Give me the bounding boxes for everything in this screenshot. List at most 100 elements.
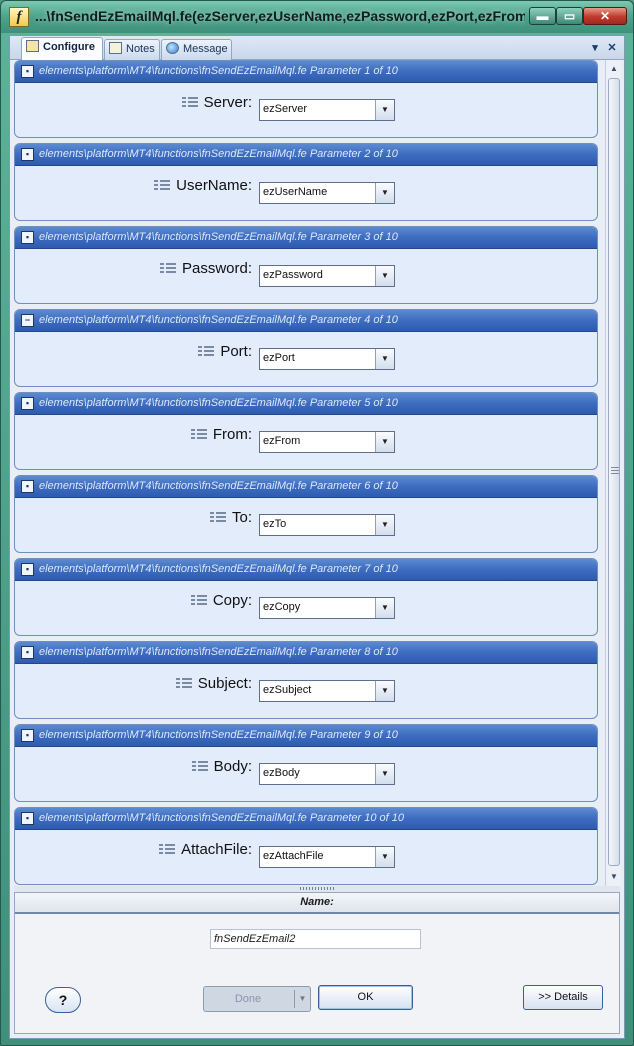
tab-notes-label: Notes: [126, 43, 155, 55]
tab-close-icon[interactable]: ✕: [605, 41, 619, 55]
name-panel: Name: fnSendEzEmail2 ? Done ▼ OK >> Deta…: [14, 892, 620, 1034]
parameter-header[interactable]: ▪ elements\platform\MT4\functions\fnSendE…: [15, 227, 597, 249]
collapse-icon[interactable]: ▪: [21, 480, 34, 493]
chevron-down-icon[interactable]: ▼: [375, 266, 394, 286]
parameter-value[interactable]: ezUserName: [263, 186, 373, 200]
parameter-header[interactable]: ▪ elements\platform\MT4\functions\fnSendE…: [15, 144, 597, 166]
parameter-label-row: To:: [15, 509, 252, 529]
parameter-combo[interactable]: ezTo ▼: [259, 514, 395, 536]
parameter-combo[interactable]: ezServer ▼: [259, 99, 395, 121]
parameter-combo[interactable]: ezAttachFile ▼: [259, 846, 395, 868]
parameter-label-row: UserName:: [15, 177, 252, 197]
parameter-panel: ▪ elements\platform\MT4\functions\fnSendE…: [14, 60, 598, 138]
name-header: Name:: [15, 893, 619, 914]
close-button[interactable]: ✕: [583, 7, 627, 25]
parameter-label-row: Body:: [15, 758, 252, 778]
scroll-thumb[interactable]: [608, 78, 620, 866]
parameter-value[interactable]: ezPassword: [263, 269, 373, 283]
parameter-path: elements\platform\MT4\functions\fnSendEz…: [39, 563, 398, 575]
maximize-button[interactable]: ▭: [556, 7, 583, 25]
parameter-path: elements\platform\MT4\functions\fnSendEz…: [39, 231, 398, 243]
collapse-icon[interactable]: ▪: [21, 65, 34, 78]
tab-notes[interactable]: Notes: [104, 39, 160, 60]
tab-configure[interactable]: Configure: [21, 37, 103, 61]
collapse-icon[interactable]: ▪: [21, 397, 34, 410]
list-icon: [175, 677, 192, 689]
list-icon: [159, 843, 176, 855]
parameter-combo[interactable]: ezPort ▼: [259, 348, 395, 370]
parameter-header[interactable]: ▪ elements\platform\MT4\functions\fnSendE…: [15, 61, 597, 83]
parameter-combo[interactable]: ezBody ▼: [259, 763, 395, 785]
tab-message-label: Message: [183, 43, 228, 55]
list-icon: [190, 594, 207, 606]
ok-button[interactable]: OK: [318, 985, 413, 1010]
parameter-path: elements\platform\MT4\functions\fnSendEz…: [39, 812, 405, 824]
parameter-combo[interactable]: ezFrom ▼: [259, 431, 395, 453]
parameter-path: elements\platform\MT4\functions\fnSendEz…: [39, 314, 398, 326]
parameter-label-row: Subject:: [15, 675, 252, 695]
parameter-value[interactable]: ezPort: [263, 352, 373, 366]
parameter-panel: ▪ elements\platform\MT4\functions\fnSendE…: [14, 558, 598, 636]
parameter-value[interactable]: ezFrom: [263, 435, 373, 449]
parameter-header[interactable]: ▪ elements\platform\MT4\functions\fnSendE…: [15, 559, 597, 581]
collapse-icon[interactable]: ▪: [21, 646, 34, 659]
chevron-down-icon[interactable]: ▼: [375, 183, 394, 203]
chevron-down-icon[interactable]: ▼: [375, 764, 394, 784]
parameter-panel: ▪ elements\platform\MT4\functions\fnSendE…: [14, 143, 598, 221]
chevron-down-icon[interactable]: ▼: [375, 681, 394, 701]
parameter-label-row: From:: [15, 426, 252, 446]
chevron-down-icon[interactable]: ▼: [375, 349, 394, 369]
dialog-window: f ...\fnSendEzEmailMql.fe(ezServer,ezUse…: [0, 0, 634, 1046]
parameter-label-row: Password:: [15, 260, 252, 280]
parameter-panel: ▪ elements\platform\MT4\functions\fnSendE…: [14, 724, 598, 802]
details-button[interactable]: >> Details: [523, 985, 603, 1010]
scroll-up-icon[interactable]: ▲: [607, 62, 621, 76]
parameter-value[interactable]: ezAttachFile: [263, 850, 373, 864]
parameter-label: Password:: [181, 260, 252, 277]
parameter-label-row: Server:: [15, 94, 252, 114]
scroll-down-icon[interactable]: ▼: [607, 870, 621, 884]
collapse-icon[interactable]: ▪: [21, 231, 34, 244]
done-button-label: Done: [234, 993, 262, 1005]
parameter-label: UserName:: [176, 177, 252, 194]
parameter-header[interactable]: ▪ elements\platform\MT4\functions\fnSendE…: [15, 808, 597, 830]
name-input[interactable]: fnSendEzEmail2: [210, 929, 421, 949]
parameter-label-row: Copy:: [15, 592, 252, 612]
parameter-panel: ▪ elements\platform\MT4\functions\fnSendE…: [14, 226, 598, 304]
parameter-header[interactable]: ▪ elements\platform\MT4\functions\fnSendE…: [15, 476, 597, 498]
chevron-down-icon[interactable]: ▼: [375, 100, 394, 120]
parameter-combo[interactable]: ezUserName ▼: [259, 182, 395, 204]
parameter-header[interactable]: ▪ elements\platform\MT4\functions\fnSendE…: [15, 725, 597, 747]
parameter-panel: ▪ elements\platform\MT4\functions\fnSendE…: [14, 807, 598, 885]
minimize-button[interactable]: ▬: [529, 7, 556, 25]
parameter-header[interactable]: ▪ elements\platform\MT4\functions\fnSendE…: [15, 642, 597, 664]
chevron-down-icon[interactable]: ▼: [375, 432, 394, 452]
done-button[interactable]: Done ▼: [203, 986, 311, 1012]
list-icon: [181, 96, 198, 108]
parameter-value[interactable]: ezSubject: [263, 684, 373, 698]
parameter-combo[interactable]: ezSubject ▼: [259, 680, 395, 702]
tab-dropdown-icon[interactable]: ▾: [588, 41, 602, 55]
parameter-value[interactable]: ezBody: [263, 767, 373, 781]
parameter-combo[interactable]: ezPassword ▼: [259, 265, 395, 287]
tab-message[interactable]: Message: [161, 39, 232, 60]
collapse-icon[interactable]: ▪: [21, 812, 34, 825]
parameter-header[interactable]: − elements\platform\MT4\functions\fnSendE…: [15, 310, 597, 332]
parameter-value[interactable]: ezServer: [263, 103, 373, 117]
chevron-down-icon[interactable]: ▼: [375, 847, 394, 867]
collapse-icon[interactable]: ▪: [21, 148, 34, 161]
parameter-value[interactable]: ezTo: [263, 518, 373, 532]
collapse-icon[interactable]: −: [21, 314, 34, 327]
parameter-value[interactable]: ezCopy: [263, 601, 373, 615]
collapse-icon[interactable]: ▪: [21, 563, 34, 576]
chevron-down-icon[interactable]: ▼: [375, 598, 394, 618]
chevron-down-icon[interactable]: ▼: [375, 515, 394, 535]
parameter-combo[interactable]: ezCopy ▼: [259, 597, 395, 619]
done-dropdown-icon[interactable]: ▼: [294, 990, 310, 1008]
title-bar[interactable]: f ...\fnSendEzEmailMql.fe(ezServer,ezUse…: [1, 1, 633, 33]
parameter-header[interactable]: ▪ elements\platform\MT4\functions\fnSendE…: [15, 393, 597, 415]
vertical-scrollbar[interactable]: ▲ ▼: [605, 60, 621, 886]
parameter-path: elements\platform\MT4\functions\fnSendEz…: [39, 646, 398, 658]
collapse-icon[interactable]: ▪: [21, 729, 34, 742]
help-button[interactable]: ?: [45, 987, 81, 1013]
